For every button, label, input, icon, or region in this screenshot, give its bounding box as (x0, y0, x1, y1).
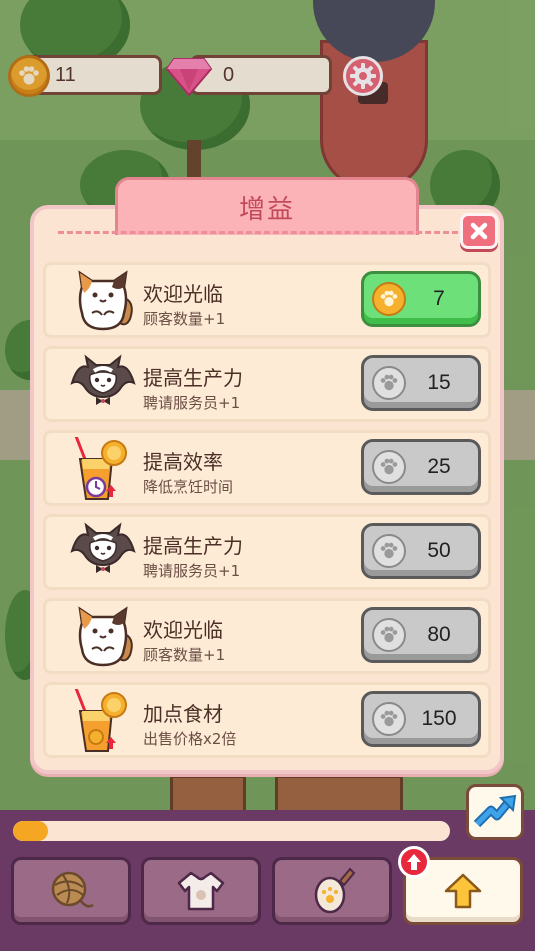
buy-button[interactable]: 80 (361, 607, 481, 663)
level-progress-bar (10, 818, 453, 844)
calico-cat-icon (68, 269, 138, 333)
price-label: 15 (427, 371, 451, 394)
buy-button[interactable]: 15 (361, 355, 481, 411)
price-label: 80 (427, 623, 451, 646)
juice-clock-icon (68, 430, 138, 501)
list-item: 加点食材 出售价格x2倍 150 (43, 682, 491, 758)
yarn-button[interactable] (11, 857, 131, 925)
close-icon (470, 222, 488, 240)
juice-upgrade-icon (68, 682, 138, 753)
list-item: 欢迎光临 顾客数量+1 80 (43, 598, 491, 674)
close-button[interactable] (460, 213, 498, 249)
item-description: 降低烹饪时间 (143, 478, 234, 496)
alert-up-arrow-icon (407, 854, 421, 870)
item-description: 聘请服务员+1 (143, 394, 241, 412)
item-title: 提高生产力 (143, 534, 243, 558)
list-item: 提高生产力 聘请服务员+1 50 (43, 514, 491, 590)
list-item: 欢迎光临 顾客数量+1 7 (43, 262, 491, 338)
progress-fill (13, 821, 48, 841)
yarn-ball-icon (51, 871, 94, 908)
list-item: 提高生产力 聘请服务员+1 15 (43, 346, 491, 422)
dialog-title: 增益 (238, 195, 295, 225)
price-label: 50 (427, 539, 451, 562)
paw-coin-icon (372, 534, 406, 568)
upgrade-list: 欢迎光临 顾客数量+1 7 提高生产力 聘请服务员+1 15 提高效率 降低烹饪… (43, 262, 491, 766)
upgrade-alert-badge (398, 846, 430, 878)
list-item: 提高效率 降低烹饪时间 25 (43, 430, 491, 506)
item-description: 顾客数量+1 (143, 310, 226, 328)
buy-button[interactable]: 50 (361, 523, 481, 579)
buy-button[interactable]: 7 (361, 271, 481, 327)
calico-cat-icon (68, 605, 138, 669)
buy-button[interactable]: 150 (361, 691, 481, 747)
price-label: 7 (433, 287, 445, 310)
paw-coin-icon (372, 702, 406, 736)
item-title: 欢迎光临 (143, 618, 223, 642)
tuxedo-cat-icon (68, 353, 138, 417)
item-title: 加点食材 (143, 702, 223, 726)
paw-coin-icon (372, 450, 406, 484)
item-title: 提高生产力 (143, 366, 243, 390)
item-description: 顾客数量+1 (143, 646, 226, 664)
item-description: 出售价格x2倍 (143, 730, 237, 748)
price-label: 150 (421, 707, 457, 730)
paw-coin-icon (372, 618, 406, 652)
price-label: 25 (427, 455, 451, 478)
item-title: 提高效率 (143, 450, 223, 474)
paw-coin-icon (372, 282, 406, 316)
outfit-button[interactable] (141, 857, 261, 925)
tuxedo-cat-icon (68, 521, 138, 585)
trend-button[interactable] (466, 784, 524, 840)
buy-button[interactable]: 25 (361, 439, 481, 495)
paw-coin-icon (372, 366, 406, 400)
decor-button[interactable] (272, 857, 392, 925)
trend-arrow-icon (473, 794, 517, 828)
item-title: 欢迎光临 (143, 282, 223, 306)
shirt-icon (177, 871, 225, 911)
egg-decor-icon (314, 867, 356, 914)
item-description: 聘请服务员+1 (143, 562, 241, 580)
upgrade-arrow-icon (444, 873, 482, 909)
